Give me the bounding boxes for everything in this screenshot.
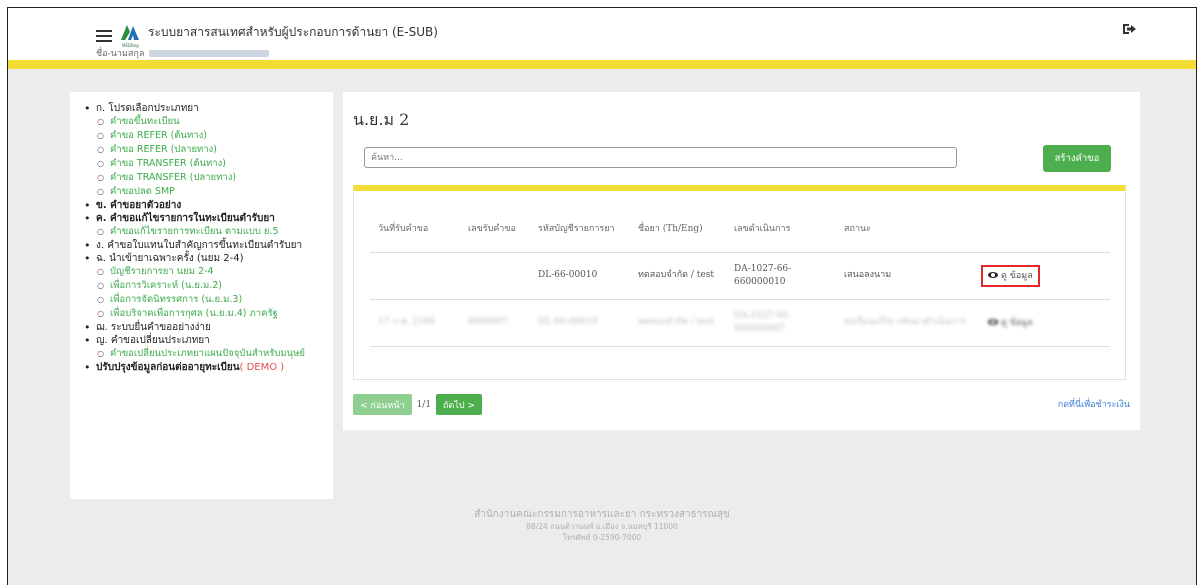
sidebar-section[interactable]: ญ. คำขอเปลี่ยนประเภทยา	[84, 334, 323, 347]
main-panel: น.ย.ม 2 สร้างคำขอ วันที่รับคำขอ เลขรับคำ…	[343, 92, 1140, 430]
table-row: DL-66-00010 ทดสอบจำกัด / test DA-1027-66-6…	[370, 252, 1110, 300]
prev-page-button[interactable]: < ก่อนหน้า	[353, 394, 412, 415]
sidebar-item[interactable]: คำขอเปลี่ยนประเภทยาแผนปัจจุบันสำหรับมนุษ…	[84, 347, 323, 361]
search-input[interactable]	[364, 147, 957, 168]
sidebar-section[interactable]: ง. คำขอใบแทนใบสำคัญการขึ้นทะเบียนตำรับยา	[84, 239, 323, 252]
cell-drug-name: ทดสอบจำกัด / test	[630, 299, 726, 347]
sidebar-menu: ก. โปรดเลือกประเภทยาคำขอขึ้นทะเบียนคำขอ …	[70, 92, 333, 499]
sidebar-section[interactable]: ฌ. ระบบยื่นคำขออย่างง่าย	[84, 321, 323, 334]
sidebar-section[interactable]: ก. โปรดเลือกประเภทยา	[84, 102, 323, 115]
cell-receive-no	[460, 252, 530, 300]
sidebar-item[interactable]: คำขอขึ้นทะเบียน	[84, 115, 323, 129]
top-header: MEDReg ระบบยาสารสนเทศสำหรับผู้ประกอบการด…	[8, 8, 1196, 60]
eye-icon	[988, 272, 998, 278]
next-page-button[interactable]: ถัดไป >	[436, 394, 482, 415]
col-header-action	[976, 207, 1110, 253]
col-header-status: สถานะ	[836, 207, 976, 253]
sidebar-item[interactable]: เพื่อบริจาคเพื่อการกุศล (น.ย.ม.4) ภาครัฐ	[84, 307, 323, 321]
demo-badge: ( DEMO )	[239, 362, 285, 373]
user-label: ชื่อ-นามสกุล	[96, 49, 145, 59]
view-label: ดู ข้อมูล	[1001, 270, 1033, 281]
sidebar-section[interactable]: ค. คำขอแก้ไขรายการในทะเบียนตำรับยา	[84, 212, 323, 225]
pay-here-link[interactable]: กดที่นี่เพื่อชำระเงิน	[1058, 397, 1130, 411]
cell-receive-no: 6600007	[460, 299, 530, 347]
header-accent-bar	[8, 60, 1196, 69]
cell-list-code: DL-66-00010	[530, 252, 630, 300]
view-details-link[interactable]: ดู ข้อมูล	[981, 264, 1040, 287]
sidebar-section-label: ฌ. ระบบยื่นคำขออย่างง่าย	[96, 322, 211, 333]
cell-action: ดู ข้อมูล	[976, 299, 1110, 347]
eye-icon	[988, 319, 998, 325]
request-table-card: วันที่รับคำขอ เลขรับคำขอ รหัสบัญชีรายการ…	[353, 185, 1126, 380]
user-info: ชื่อ-นามสกุล	[96, 46, 270, 60]
sidebar-section-label: ก. โปรดเลือกประเภทยา	[96, 103, 199, 114]
col-header-process-no: เลขดำเนินการ	[726, 207, 836, 253]
sidebar-section[interactable]: ฉ. นำเข้ายาเฉพาะครั้ง (นยม 2-4)	[84, 252, 323, 265]
sidebar-item[interactable]: เพื่อการจัดนิทรรศการ (น.ย.ม.3)	[84, 293, 323, 307]
browser-frame: MEDReg ระบบยาสารสนเทศสำหรับผู้ประกอบการด…	[7, 7, 1197, 585]
sidebar-item[interactable]: บัญชีรายการยา นยม 2-4	[84, 265, 323, 279]
page-indicator: 1/1	[416, 399, 432, 410]
sidebar-section-label: ข. คำขอยาตัวอย่าง	[96, 200, 182, 211]
sidebar-section-label: ค. คำขอแก้ไขรายการในทะเบียนตำรับยา	[96, 213, 275, 224]
sidebar-item[interactable]: เพื่อการวิเคราะห์ (น.ย.ม.2)	[84, 279, 323, 293]
hamburger-menu-icon[interactable]	[96, 30, 112, 42]
sidebar-section-label: ง. คำขอใบแทนใบสำคัญการขึ้นทะเบียนตำรับยา	[96, 240, 303, 251]
sidebar-section[interactable]: ข. คำขอยาตัวอย่าง	[84, 199, 323, 212]
page-footer: สำนักงานคณะกรรมการอาหารและยา กระทรวงสาธา…	[8, 508, 1196, 543]
sidebar-section-label: ปรับปรุงข้อมูลก่อนต่ออายุทะเบียน	[96, 362, 240, 373]
app-title: ระบบยาสารสนเทศสำหรับผู้ประกอบการด้านยา (…	[148, 25, 438, 39]
cell-process-no: DA-1027-66-660000007	[726, 299, 836, 347]
cell-date	[370, 252, 460, 300]
sidebar-item[interactable]: คำขอ REFER (ต้นทาง)	[84, 129, 323, 143]
pagination: < ก่อนหน้า 1/1 ถัดไป >	[353, 394, 482, 415]
footer-address: 88/24 ถนนติวานนท์ อ.เมือง จ.นนทบุรี 1100…	[526, 522, 678, 531]
page-title: น.ย.ม 2	[353, 110, 410, 129]
footer-org: สำนักงานคณะกรรมการอาหารและยา กระทรวงสาธา…	[474, 509, 730, 520]
cell-list-code: DL-66-00010	[530, 299, 630, 347]
col-header-list-code: รหัสบัญชีรายการยา	[530, 207, 630, 253]
create-request-button[interactable]: สร้างคำขอ	[1043, 145, 1111, 172]
logout-icon[interactable]	[1122, 22, 1138, 36]
col-header-date: วันที่รับคำขอ	[370, 207, 460, 253]
cell-date: 17 ก.พ. 2566	[370, 299, 460, 347]
cell-drug-name: ทดสอบจำกัด / test	[630, 252, 726, 300]
sidebar-item[interactable]: คำขอ REFER (ปลายทาง)	[84, 143, 323, 157]
footer-phone: โทรศัพท์ 0-2590-7000	[562, 533, 642, 542]
user-name-redacted	[149, 50, 270, 57]
sidebar-section-label: ญ. คำขอเปลี่ยนประเภทยา	[96, 335, 210, 346]
col-header-receive-no: เลขรับคำขอ	[460, 207, 530, 253]
cell-status: ส่งเรื่องแก้ไข กลับมาดำเนินการ	[836, 299, 976, 347]
col-header-drug-name: ชื่อยา (Th/Eng)	[630, 207, 726, 253]
table-row: 17 ก.พ. 2566 6600007 DL-66-00010 ทดสอบจำกัด…	[370, 299, 1110, 347]
sidebar-item[interactable]: คำขอแก้ไขรายการทะเบียน ตามแบบ ย.5	[84, 225, 323, 239]
medreg-logo-icon	[121, 25, 139, 40]
sidebar-item[interactable]: คำขอปลด SMP	[84, 185, 323, 199]
view-details-link[interactable]: ดู ข้อมูล	[984, 315, 1037, 331]
sidebar-section-label: ฉ. นำเข้ายาเฉพาะครั้ง (นยม 2-4)	[96, 253, 244, 264]
cell-action: ดู ข้อมูล	[976, 252, 1110, 300]
view-label: ดู ข้อมูล	[1001, 317, 1033, 328]
cell-status: เสนอลงนาม	[836, 252, 976, 300]
sidebar-section-renewal[interactable]: ปรับปรุงข้อมูลก่อนต่ออายุทะเบียน( DEMO )	[84, 361, 323, 374]
request-table: วันที่รับคำขอ เลขรับคำขอ รหัสบัญชีรายการ…	[370, 207, 1110, 347]
sidebar-item[interactable]: คำขอ TRANSFER (ต้นทาง)	[84, 157, 323, 171]
cell-process-no: DA-1027-66-660000010	[726, 252, 836, 300]
sidebar-item[interactable]: คำขอ TRANSFER (ปลายทาง)	[84, 171, 323, 185]
